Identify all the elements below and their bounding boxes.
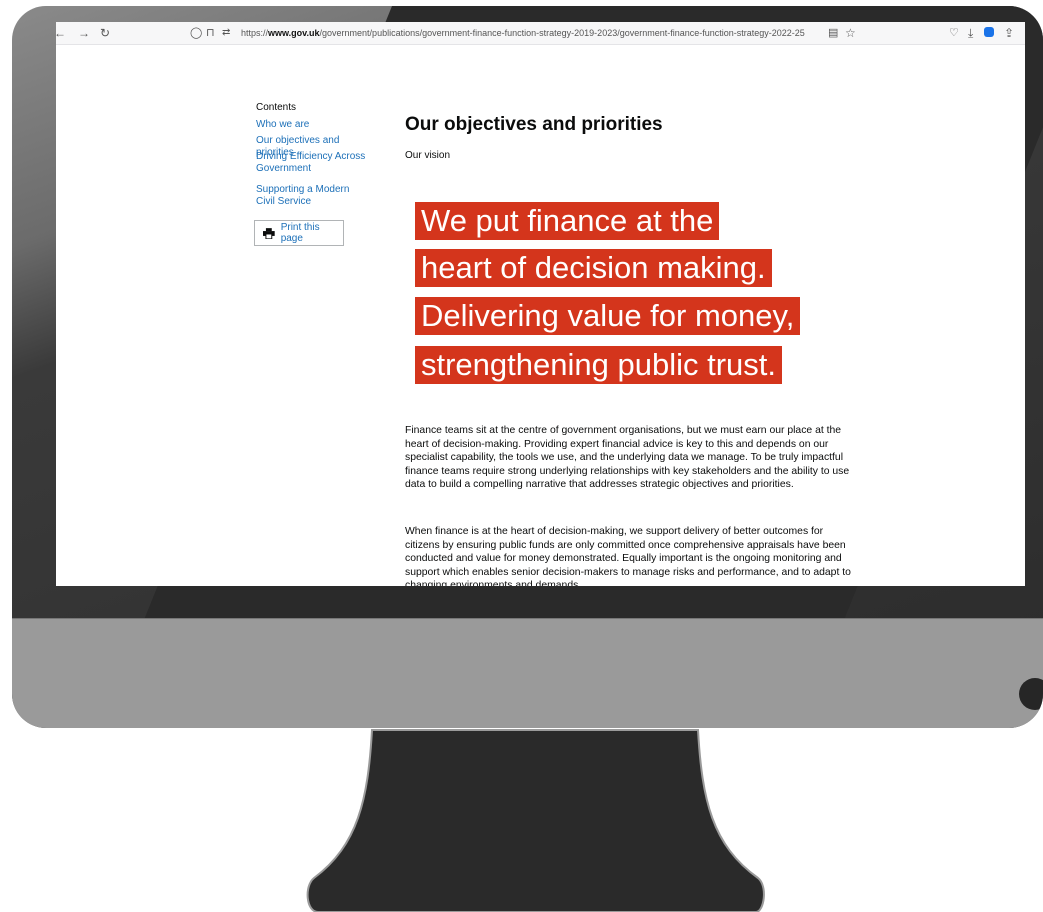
vision-banner-line-2: heart of decision making. xyxy=(415,249,772,287)
back-icon[interactable]: ← xyxy=(56,25,66,41)
shield-icon[interactable]: ◯ xyxy=(190,25,202,41)
vision-subtitle: Our vision xyxy=(405,150,451,161)
web-page: Contents Who we are Our objectives and p… xyxy=(56,44,1025,586)
printer-icon xyxy=(263,227,275,239)
url-path: /government/publications/government-fina… xyxy=(319,28,805,38)
url-domain: www.gov.uk xyxy=(268,28,320,38)
toc-link-who-we-are[interactable]: Who we are xyxy=(256,119,374,131)
page-title: Our objectives and priorities xyxy=(405,114,663,135)
download-icon[interactable]: ⤓ xyxy=(968,25,973,41)
permissions-icon[interactable]: ⇄ xyxy=(222,25,230,41)
body-paragraph-1: Finance teams sit at the centre of gover… xyxy=(405,425,850,491)
reader-view-icon[interactable]: ▤ xyxy=(828,25,838,41)
extension-icon[interactable] xyxy=(984,27,994,37)
browser-window: ← → ↻ ◯ ⊓ ⇄ https://www.gov.uk/governmen… xyxy=(56,22,1025,586)
contents-heading: Contents xyxy=(256,102,297,113)
url-scheme: https:// xyxy=(241,28,269,38)
vision-banner-line-3: Delivering value for money, xyxy=(415,297,801,335)
toc-link-civil-service[interactable]: Supporting a Modern Civil Service xyxy=(256,184,366,208)
power-button xyxy=(1019,678,1043,710)
address-bar[interactable]: https://www.gov.uk/government/publicatio… xyxy=(241,26,805,40)
toc-link-efficiency[interactable]: Driving Efficiency Across Government xyxy=(256,151,366,175)
bookmark-star-icon[interactable]: ☆ xyxy=(845,25,856,41)
share-icon[interactable]: ⇪ xyxy=(1004,25,1014,41)
monitor-chin xyxy=(12,618,1043,728)
vision-banner-line-1: We put finance at the xyxy=(415,202,720,240)
reload-icon[interactable]: ↻ xyxy=(100,25,110,41)
browser-toolbar: ← → ↻ ◯ ⊓ ⇄ https://www.gov.uk/governmen… xyxy=(56,22,1025,45)
print-button[interactable]: Print this page xyxy=(254,220,344,246)
forward-icon[interactable]: → xyxy=(78,25,90,41)
print-label: Print this page xyxy=(280,222,320,244)
body-paragraph-2: When finance is at the heart of decision… xyxy=(405,526,851,586)
vision-banner-line-4: strengthening public trust. xyxy=(415,346,782,384)
lock-icon[interactable]: ⊓ xyxy=(206,25,215,41)
pocket-icon[interactable]: ♡ xyxy=(949,25,959,41)
